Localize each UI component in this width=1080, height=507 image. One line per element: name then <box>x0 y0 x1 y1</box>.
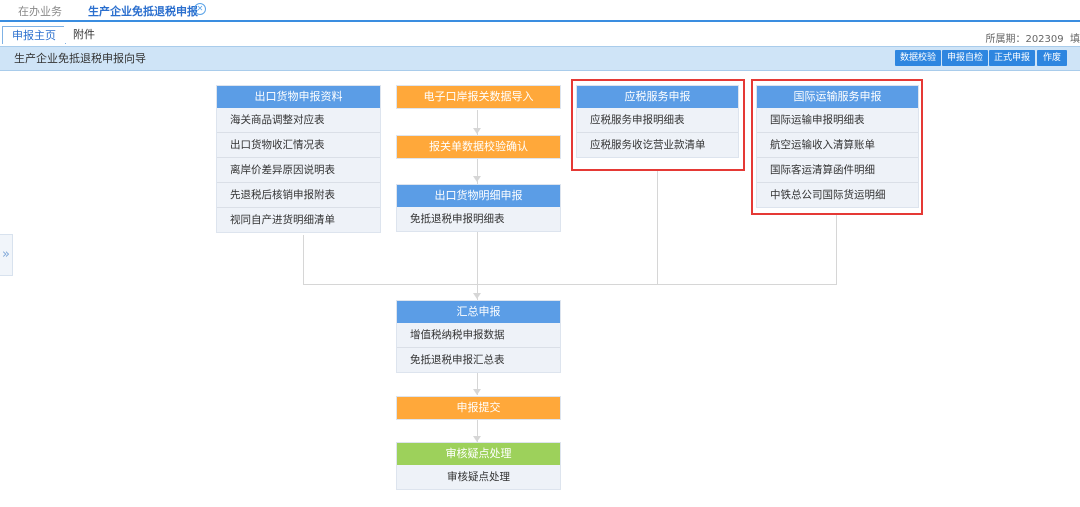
list-item[interactable]: 国际客运清算函件明细 <box>757 158 918 183</box>
list-item[interactable]: 免抵退税申报汇总表 <box>397 348 560 372</box>
intl-transport-header[interactable]: 国际运输服务申报 <box>757 86 918 108</box>
formal-declare-button[interactable]: 正式申报 <box>989 50 1036 66</box>
export-docs-header[interactable]: 出口货物申报资料 <box>217 86 380 108</box>
void-button[interactable]: 作废 <box>1037 50 1067 66</box>
export-docs-block: 出口货物申报资料 海关商品调整对应表 出口货物收汇情况表 离岸价差异原因说明表 … <box>216 85 381 233</box>
self-check-button[interactable]: 申报自检 <box>942 50 989 66</box>
list-item[interactable]: 增值税纳税申报数据 <box>397 323 560 348</box>
taxable-service-header[interactable]: 应税服务申报 <box>577 86 738 108</box>
list-item[interactable]: 海关商品调整对应表 <box>217 108 380 133</box>
list-item[interactable]: 先退税后核销申报附表 <box>217 183 380 208</box>
review-block: 审核疑点处理 审核疑点处理 <box>396 442 561 490</box>
list-item[interactable]: 视同自产进货明细清单 <box>217 208 380 232</box>
arrow-down-icon <box>473 389 481 395</box>
wizard-title: 生产企业免抵退税申报向导 <box>14 52 146 65</box>
taxable-service-block: 应税服务申报 应税服务申报明细表 应税服务收讫营业款清单 <box>576 85 739 158</box>
connector <box>657 170 658 284</box>
summary-block: 汇总申报 增值税纳税申报数据 免抵退税申报汇总表 <box>396 300 561 373</box>
submit-block: 申报提交 <box>396 396 561 420</box>
customs-check-block: 报关单数据校验确认 <box>396 135 561 159</box>
customs-import-block: 电子口岸报关数据导入 <box>396 85 561 109</box>
tab-declaration-home[interactable]: 申报主页 <box>2 26 66 44</box>
list-item[interactable]: 应税服务申报明细表 <box>577 108 738 133</box>
list-item[interactable]: 国际运输申报明细表 <box>757 108 918 133</box>
list-item[interactable]: 免抵退税申报明细表 <box>397 207 560 231</box>
list-item[interactable]: 航空运输收入清算账单 <box>757 133 918 158</box>
connector <box>303 235 304 284</box>
arrow-down-icon <box>473 293 481 299</box>
close-tab-icon[interactable]: ✕ <box>194 3 206 15</box>
data-validate-button[interactable]: 数据校验 <box>895 50 942 66</box>
intl-transport-block: 国际运输服务申报 国际运输申报明细表 航空运输收入清算账单 国际客运清算函件明细… <box>756 85 919 208</box>
list-item[interactable]: 中铁总公司国际货运明细 <box>757 183 918 207</box>
customs-import-button[interactable]: 电子口岸报关数据导入 <box>397 86 560 108</box>
summary-header[interactable]: 汇总申报 <box>397 301 560 323</box>
list-item[interactable]: 应税服务收讫营业款清单 <box>577 133 738 157</box>
period-label: 所属期：202309 填 <box>985 34 1080 45</box>
tab-in-progress[interactable]: 在办业务 <box>18 3 62 19</box>
export-detail-block: 出口货物明细申报 免抵退税申报明细表 <box>396 184 561 232</box>
export-detail-header[interactable]: 出口货物明细申报 <box>397 185 560 207</box>
tab-tax-refund-declaration[interactable]: 生产企业免抵退税申报 <box>88 3 198 19</box>
arrow-down-icon <box>473 176 481 182</box>
list-item[interactable]: 出口货物收汇情况表 <box>217 133 380 158</box>
expand-sidebar-icon[interactable]: » <box>0 234 13 276</box>
tab-attachment[interactable]: 附件 <box>64 26 104 43</box>
submit-button[interactable]: 申报提交 <box>397 397 560 419</box>
arrow-down-icon <box>473 128 481 134</box>
list-item[interactable]: 离岸价差异原因说明表 <box>217 158 380 183</box>
customs-check-button[interactable]: 报关单数据校验确认 <box>397 136 560 158</box>
review-header[interactable]: 审核疑点处理 <box>397 443 560 465</box>
connector <box>303 284 837 285</box>
list-item[interactable]: 审核疑点处理 <box>397 465 560 489</box>
connector <box>836 213 837 284</box>
